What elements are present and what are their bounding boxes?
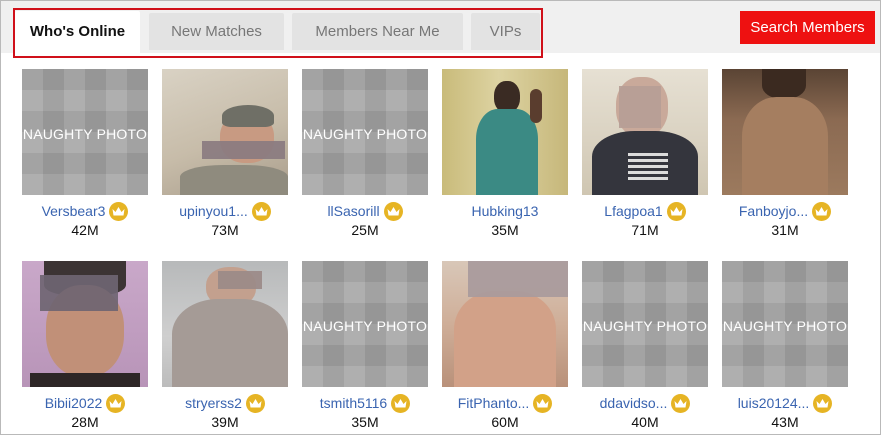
face-blur <box>218 271 262 289</box>
member-photo[interactable]: NAUGHTY PHOTO <box>722 261 848 387</box>
member-age: 42M <box>71 222 99 238</box>
member-photo[interactable] <box>22 261 148 387</box>
member-name[interactable]: ddavidso... <box>600 393 668 413</box>
face-blur <box>619 86 661 128</box>
naughty-photo-label: NAUGHTY PHOTO <box>302 318 428 334</box>
crown-icon <box>813 393 833 413</box>
crown-icon <box>245 393 265 413</box>
member-age: 43M <box>771 414 799 430</box>
member-age: 71M <box>631 222 659 238</box>
member-photo[interactable]: NAUGHTY PHOTO <box>302 261 428 387</box>
search-members-button[interactable]: Search Members <box>740 11 875 44</box>
naughty-photo-label: NAUGHTY PHOTO <box>302 126 428 142</box>
member-name[interactable]: stryerss2 <box>185 393 242 413</box>
crown-icon <box>666 201 686 221</box>
member-name[interactable]: Fanboyjo... <box>739 201 808 221</box>
member-age: 28M <box>71 414 99 430</box>
crown-icon <box>533 393 553 413</box>
face-blur <box>202 141 285 159</box>
member-name[interactable]: FitPhanto... <box>458 393 530 413</box>
member-photo[interactable] <box>162 261 288 387</box>
member-name[interactable]: Bibii2022 <box>45 393 103 413</box>
crown-icon <box>812 201 832 221</box>
naughty-photo-label: NAUGHTY PHOTO <box>582 318 708 334</box>
member-card: NAUGHTY PHOTO ddavidso... 40M <box>582 261 708 431</box>
naughty-photo-label: NAUGHTY PHOTO <box>22 126 148 142</box>
member-card: NAUGHTY PHOTO Versbear3 42M <box>22 69 148 239</box>
member-age: 31M <box>771 222 799 238</box>
naughty-photo-label: NAUGHTY PHOTO <box>722 318 848 334</box>
member-card: Lfagpoa1 71M <box>582 69 708 239</box>
member-age: 73M <box>211 222 239 238</box>
member-name[interactable]: luis20124... <box>738 393 810 413</box>
face-blur <box>468 261 568 297</box>
crown-icon <box>383 201 403 221</box>
crown-icon <box>671 393 691 413</box>
member-photo[interactable] <box>442 261 568 387</box>
member-card: upinyou1... 73M <box>162 69 288 239</box>
member-card: FitPhanto... 60M <box>442 261 568 431</box>
member-card: NAUGHTY PHOTO llSasorill 25M <box>302 69 428 239</box>
member-photo[interactable] <box>582 69 708 195</box>
tab-vips[interactable]: VIPs <box>471 13 540 50</box>
member-name[interactable]: llSasorill <box>327 201 379 221</box>
member-card: Bibii2022 28M <box>22 261 148 431</box>
member-age: 25M <box>351 222 379 238</box>
member-photo[interactable] <box>722 69 848 195</box>
crown-icon <box>391 393 411 413</box>
member-name[interactable]: tsmith5116 <box>320 393 387 413</box>
member-card: stryerss2 39M <box>162 261 288 431</box>
member-age: 35M <box>491 222 519 238</box>
tab-whos-online[interactable]: Who's Online <box>15 11 140 53</box>
member-name[interactable]: Hubking13 <box>472 201 539 221</box>
member-name[interactable]: upinyou1... <box>179 201 248 221</box>
tab-bar: Who's Online New Matches Members Near Me… <box>1 1 880 58</box>
member-age: 39M <box>211 414 239 430</box>
member-photo[interactable]: NAUGHTY PHOTO <box>302 69 428 195</box>
crown-icon <box>109 201 129 221</box>
face-blur <box>40 275 118 311</box>
crown-icon <box>251 201 271 221</box>
member-photo[interactable] <box>162 69 288 195</box>
member-card: Fanboyjo... 31M <box>722 69 848 239</box>
member-photo[interactable]: NAUGHTY PHOTO <box>22 69 148 195</box>
crown-icon <box>106 393 126 413</box>
member-photo[interactable] <box>442 69 568 195</box>
member-card: Hubking13 35M <box>442 69 568 239</box>
member-card: NAUGHTY PHOTO tsmith5116 35M <box>302 261 428 431</box>
member-age: 40M <box>631 414 659 430</box>
member-name[interactable]: Lfagpoa1 <box>604 201 662 221</box>
member-photo[interactable]: NAUGHTY PHOTO <box>582 261 708 387</box>
tab-new-matches[interactable]: New Matches <box>149 13 284 50</box>
tab-members-near-me[interactable]: Members Near Me <box>292 13 463 50</box>
member-age: 35M <box>351 414 379 430</box>
member-card: NAUGHTY PHOTO luis20124... 43M <box>722 261 848 431</box>
member-name[interactable]: Versbear3 <box>42 201 106 221</box>
member-age: 60M <box>491 414 519 430</box>
